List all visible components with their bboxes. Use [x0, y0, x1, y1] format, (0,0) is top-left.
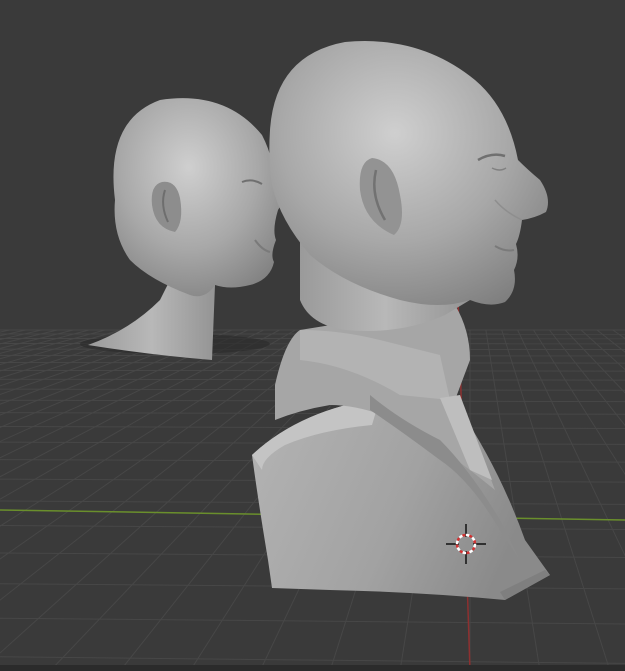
3d-viewport[interactable] — [0, 0, 625, 671]
viewport-canvas[interactable] — [0, 0, 625, 671]
status-bar — [0, 665, 625, 671]
